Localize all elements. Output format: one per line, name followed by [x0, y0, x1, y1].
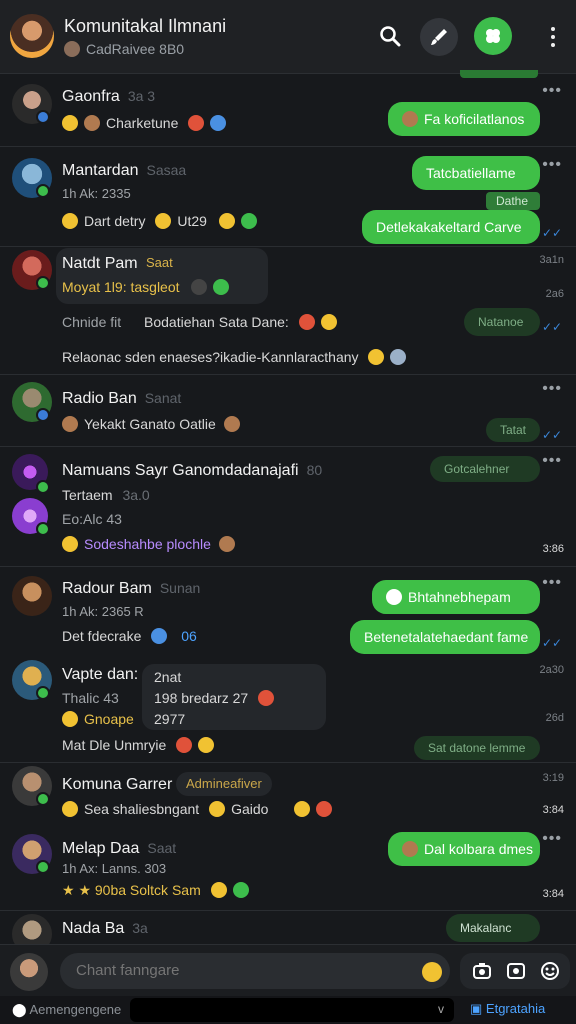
message-bubble[interactable]: Sat datone lemme [414, 736, 540, 760]
bottom-input-field[interactable]: v [130, 998, 454, 1022]
chat-preview: Sodeshahbe plochle [62, 536, 241, 552]
composer-bar [0, 944, 576, 996]
read-receipt-icon: ✓✓ [542, 428, 563, 442]
message-bubble[interactable]: Tatcbatiellame [412, 156, 540, 190]
message-bubble[interactable]: Dathe [486, 192, 540, 210]
chat-name[interactable]: Radour Bam Sunan [62, 580, 200, 598]
brush-icon[interactable] [420, 18, 458, 56]
chat-options-icon[interactable]: ••• [542, 82, 562, 100]
online-badge-icon [36, 860, 50, 874]
timestamp: 3:84 [542, 888, 564, 900]
app-header: Komunitakal Ilmnani CadRaivee 8B0 [0, 0, 576, 74]
chat-meta: 1h Ax: Lanns. 303 [62, 861, 167, 876]
online-badge-icon [36, 686, 50, 700]
chat-preview: Gnoape [62, 711, 134, 727]
chat-name[interactable]: Komuna Garrer [62, 776, 172, 794]
admin-tag: Admineafiver [176, 772, 272, 796]
chat-options-icon[interactable]: ••• [542, 380, 562, 398]
read-receipt-icon: ✓✓ [542, 226, 563, 240]
chat-preview: Charketune [62, 115, 232, 131]
composer-actions [460, 953, 570, 989]
message-bubble[interactable]: Gotcalehner [430, 456, 540, 482]
online-badge-icon [36, 792, 50, 806]
popup-line: 198 bredarz 27 [154, 690, 280, 706]
message-bubble-fragment [460, 70, 538, 78]
popup-number: 2977 [154, 711, 186, 727]
chat-preview: Dart detry Ut29 [62, 213, 263, 229]
chat-preview: Det fdecrake 06 [62, 628, 197, 644]
message-bubble[interactable]: Bhtahnebhepam [372, 580, 540, 614]
chat-line: Mat Dle Unmryie [62, 737, 220, 753]
group-title[interactable]: Komunitakal Ilmnani [64, 16, 226, 37]
user-avatar[interactable] [10, 953, 48, 991]
chat-meta: 1h Ak: 2335 [62, 186, 131, 201]
chevron-down-icon[interactable]: v [438, 1002, 444, 1016]
group-subtitle: CadRaivee 8B0 [64, 41, 184, 57]
timestamp: 26d [545, 712, 564, 724]
chat-name[interactable]: Vapte dan: [62, 666, 138, 684]
chat-preview: Sea shaliesbngant Gaido [62, 801, 338, 817]
timestamp: 3:84 [542, 804, 564, 816]
chat-options-icon[interactable]: ••• [542, 830, 562, 848]
message-bubble[interactable]: Fa koficilatlanos [388, 102, 540, 136]
message-bubble[interactable]: Natanoe [464, 308, 540, 336]
chat-name[interactable]: Namuans Sayr Ganomdadanajafi 80 [62, 462, 322, 480]
status-tag: Saat [146, 255, 173, 270]
online-badge-icon [36, 276, 50, 290]
group-avatar[interactable] [10, 14, 54, 58]
chat-options-icon[interactable]: ••• [542, 156, 562, 174]
chat-preview: Yekakt Ganato Oatlie [62, 416, 246, 432]
chat-name[interactable]: Natdt Pam [62, 255, 138, 273]
chat-options-icon[interactable]: ••• [542, 574, 562, 592]
read-receipt-icon: ✓✓ [542, 320, 563, 334]
chat-line: Bodatiehan Sata Dane: [144, 314, 343, 330]
read-receipt-icon: ✓✓ [542, 636, 563, 650]
chat-avatar[interactable] [12, 576, 52, 616]
message-input[interactable] [60, 953, 450, 989]
bottom-left-label[interactable]: ⬤ Aemengengene [12, 1002, 121, 1018]
add-clover-icon[interactable] [474, 17, 512, 55]
timestamp: 2a30 [539, 664, 564, 676]
timestamp: 3a1n [539, 254, 564, 266]
verified-badge-icon [36, 408, 50, 422]
search-icon[interactable] [372, 18, 408, 54]
online-badge-icon [36, 480, 50, 494]
chat-meta: Thalic 43 [62, 690, 119, 706]
message-bubble[interactable]: Dal kolbara dmes [388, 832, 540, 866]
verified-badge-icon [36, 110, 50, 124]
sticker-icon[interactable] [540, 961, 560, 981]
chat-meta: 1h Ak: 2365 R [62, 604, 144, 619]
chat-name[interactable]: Gaonfra 3a 3 [62, 88, 155, 106]
chat-line: Relaonac sden enaeses?ikadie-Kannlaracth… [62, 349, 412, 365]
chat-meta: Eo:Alc 43 [62, 511, 122, 527]
online-badge-icon [36, 184, 50, 198]
timestamp: 3:19 [542, 772, 564, 784]
timestamp: 2a6 [545, 288, 564, 300]
timestamp: 3:86 [542, 543, 564, 555]
chat-meta: Moyat 1l9: tasgleot [62, 279, 235, 295]
chat-name[interactable]: Melap Daa Saat [62, 840, 176, 858]
message-bubble[interactable]: Makalanc [446, 914, 540, 942]
more-menu-icon[interactable] [540, 22, 566, 52]
chat-preview: ★ ★ 90ba Soltck Sam [62, 882, 255, 899]
message-bubble[interactable]: Tatat [486, 418, 540, 442]
popup-title: 2nat [154, 669, 182, 685]
chat-name[interactable]: Mantardan Sasaa [62, 162, 186, 180]
camera-icon[interactable] [472, 961, 492, 981]
message-bubble[interactable]: Betenetalatehaedant fame [350, 620, 540, 654]
chat-line: Chnide fit [62, 314, 122, 330]
member-avatar-icon [64, 41, 80, 57]
emoji-icon[interactable] [422, 962, 442, 982]
online-badge-icon [36, 522, 50, 536]
chat-name[interactable]: Radio Ban Sanat [62, 390, 181, 408]
chat-name[interactable]: Nada Ba 3a [62, 920, 148, 938]
chat-options-icon[interactable]: ••• [542, 452, 562, 470]
image-icon[interactable] [506, 961, 526, 981]
message-bubble[interactable]: Detlekakakeltard Carve [362, 210, 540, 244]
bottom-right-link[interactable]: ▣ Etgratahia [470, 1001, 545, 1017]
bottom-bar: ⬤ Aemengengene v ▣ Etgratahia [0, 996, 576, 1024]
chat-meta: Tertaem 3a.0 [62, 487, 150, 503]
